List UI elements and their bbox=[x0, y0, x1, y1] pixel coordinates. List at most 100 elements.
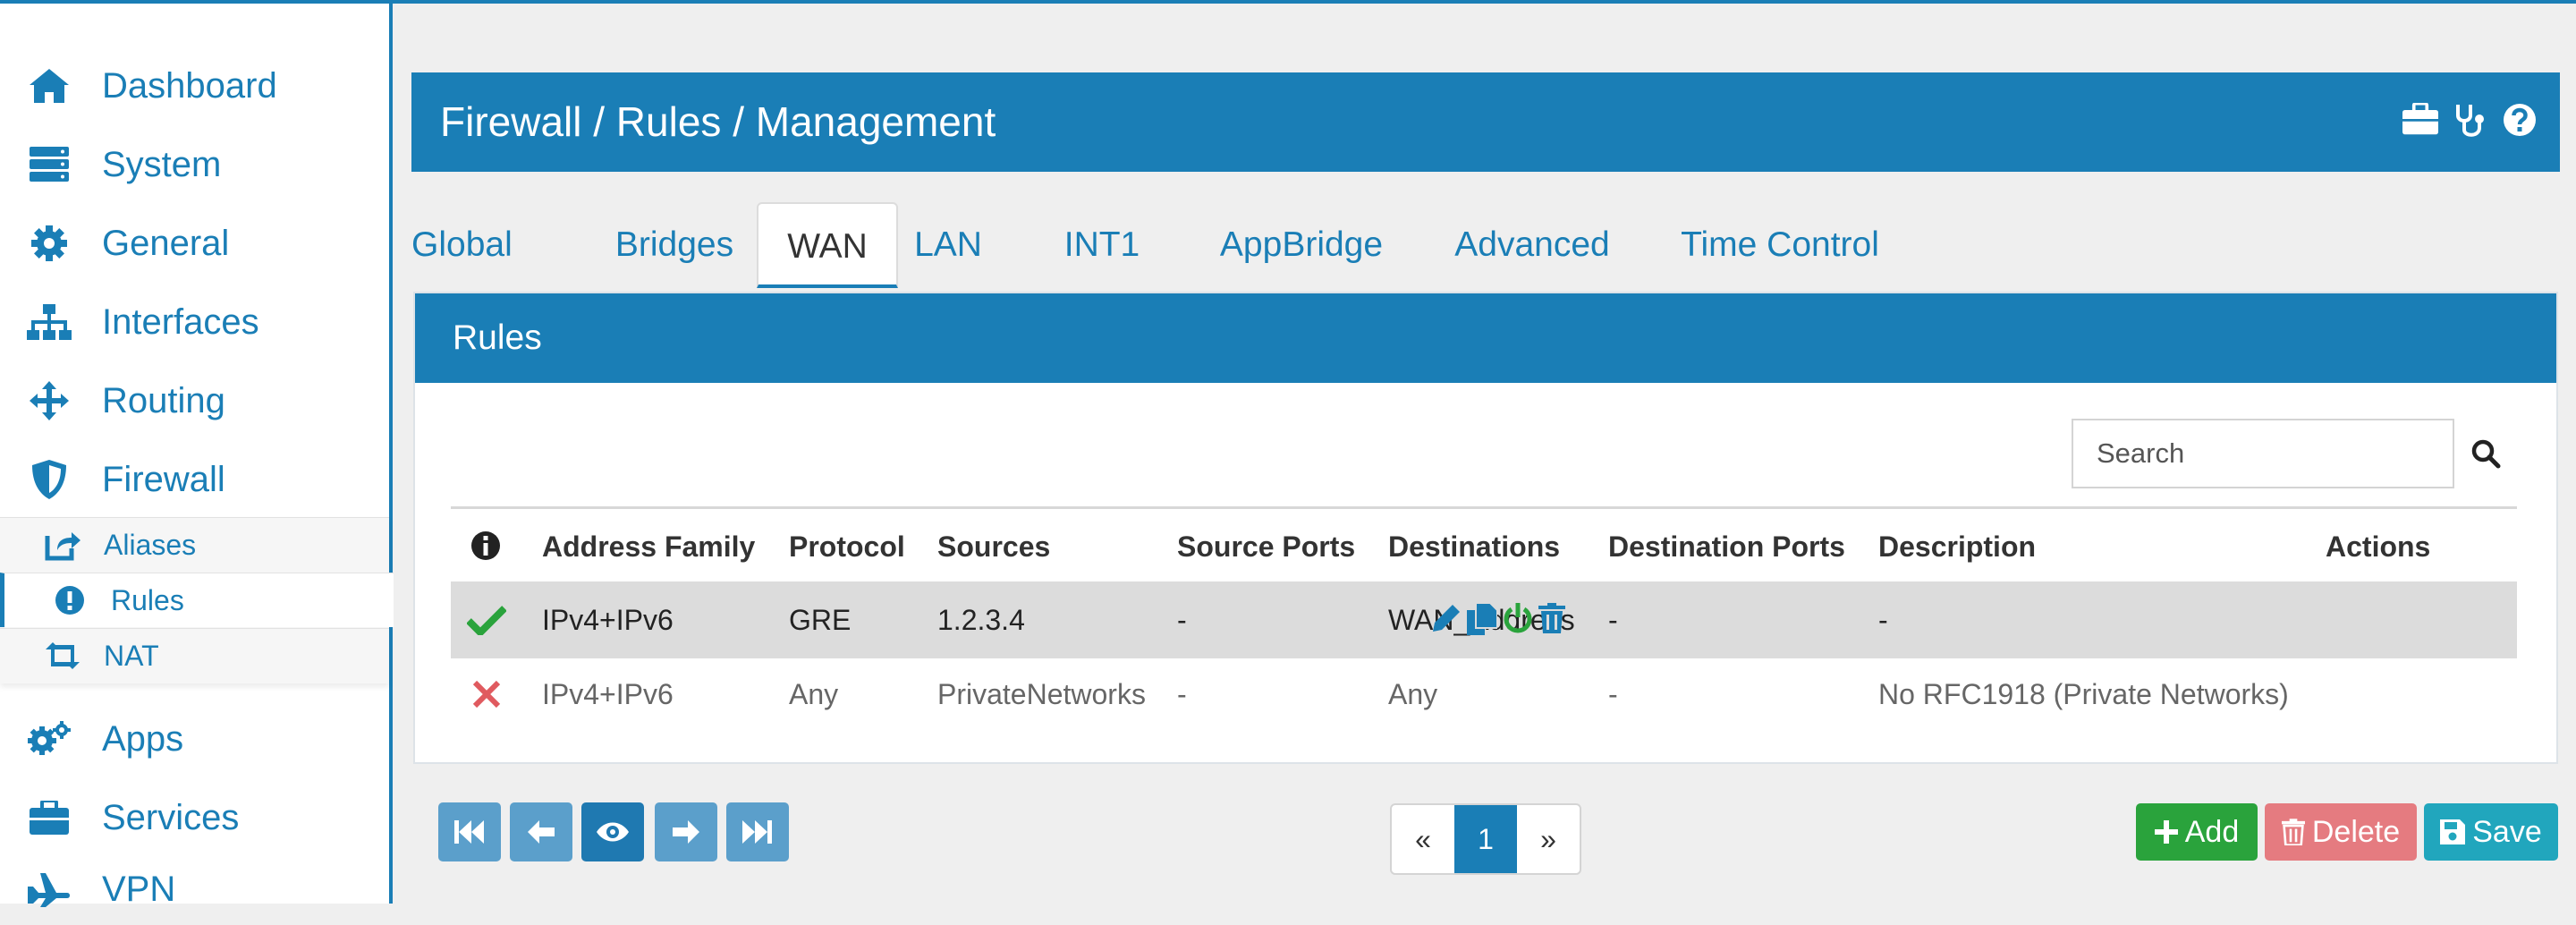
home-icon bbox=[25, 62, 73, 110]
tab-int1[interactable]: INT1 bbox=[1057, 202, 1147, 288]
sidebar-item-vpn[interactable]: VPN bbox=[0, 853, 389, 925]
search-button[interactable] bbox=[2454, 419, 2517, 488]
column-header[interactable]: Destination Ports bbox=[1608, 509, 1845, 584]
sidebar-item-interfaces[interactable]: Interfaces bbox=[0, 286, 389, 358]
sidebar-item-routing[interactable]: Routing bbox=[0, 365, 389, 437]
search-icon bbox=[2470, 438, 2501, 469]
power-icon[interactable] bbox=[1503, 603, 1533, 635]
interface-tabs: Global Bridges WAN LAN INT1 AppBridge Ad… bbox=[411, 202, 2560, 288]
times-icon[interactable] bbox=[472, 680, 501, 709]
column-header[interactable]: Protocol bbox=[789, 509, 905, 584]
sidebar-subitem-rules[interactable]: Rules bbox=[0, 573, 394, 627]
cell-source-ports: - bbox=[1177, 604, 1187, 636]
save-button-label: Save bbox=[2472, 814, 2542, 849]
server-icon bbox=[25, 140, 73, 189]
next-page-button[interactable] bbox=[655, 802, 717, 861]
trash-icon[interactable] bbox=[1538, 603, 1565, 635]
sidebar-item-firewall[interactable]: Firewall bbox=[0, 444, 389, 515]
cell-description: No RFC1918 (Private Networks) bbox=[1878, 678, 2289, 710]
last-page-button[interactable] bbox=[726, 802, 789, 861]
tab-appbridge[interactable]: AppBridge bbox=[1190, 202, 1413, 288]
retweet-icon bbox=[43, 636, 82, 675]
stethoscope-icon[interactable] bbox=[2454, 103, 2487, 139]
cell-destinations: Any bbox=[1388, 678, 1438, 710]
trash-icon bbox=[2281, 819, 2305, 845]
page-header: Firewall / Rules / Management bbox=[411, 72, 2560, 172]
shield-icon bbox=[25, 455, 73, 504]
pencil-icon[interactable] bbox=[1431, 603, 1462, 635]
cell-sources: 1.2.3.4 bbox=[937, 604, 1025, 636]
sidebar-item-label: Interfaces bbox=[102, 301, 259, 342]
delete-button-label: Delete bbox=[2311, 814, 2401, 849]
cell-protocol: Any bbox=[789, 678, 839, 710]
save-button[interactable]: Save bbox=[2424, 803, 2558, 861]
column-header[interactable]: Address Family bbox=[542, 509, 755, 584]
sidebar-item-label: Dashboard bbox=[102, 65, 277, 106]
check-icon[interactable] bbox=[467, 605, 506, 635]
cell-source-ports: - bbox=[1177, 678, 1187, 710]
fast-backward-icon bbox=[454, 820, 485, 844]
sitemap-icon bbox=[25, 298, 73, 346]
sidebar-item-label: Apps bbox=[102, 718, 184, 759]
table-row[interactable]: IPv4+IPv6 GRE 1.2.3.4 - WAN_Address - - bbox=[451, 581, 2517, 658]
sidebar-subitem-nat[interactable]: NAT bbox=[0, 628, 389, 683]
cell-protocol: GRE bbox=[789, 604, 852, 636]
cell-address-family: IPv4+IPv6 bbox=[542, 678, 674, 710]
sidebar-item-dashboard[interactable]: Dashboard bbox=[0, 50, 389, 122]
sidebar-item-services[interactable]: Services bbox=[0, 782, 389, 853]
column-header[interactable]: Source Ports bbox=[1177, 509, 1355, 584]
tab-time-control[interactable]: Time Control bbox=[1637, 202, 1923, 288]
briefcase-icon bbox=[25, 793, 73, 842]
tab-global[interactable]: Global bbox=[411, 202, 513, 288]
tab-bridges[interactable]: Bridges bbox=[603, 202, 746, 288]
exclamation-circle-icon bbox=[50, 581, 89, 620]
column-header[interactable]: Description bbox=[1878, 509, 2036, 584]
table-header: Address Family Protocol Sources Source P… bbox=[451, 506, 2517, 584]
gears-icon bbox=[25, 715, 73, 763]
first-page-button[interactable] bbox=[438, 802, 501, 861]
question-circle-icon[interactable] bbox=[2503, 103, 2537, 139]
table-row[interactable]: IPv4+IPv6 Any PrivateNetworks - Any - No… bbox=[451, 658, 2517, 730]
view-button[interactable] bbox=[581, 802, 644, 861]
column-header[interactable]: Destinations bbox=[1388, 509, 1560, 584]
sidebar-item-label: System bbox=[102, 144, 222, 184]
sidebar-item-system[interactable]: System bbox=[0, 129, 389, 200]
pagination-next[interactable]: » bbox=[1517, 805, 1580, 873]
sidebar-subitem-label: Aliases bbox=[104, 528, 197, 561]
sidebar-item-apps[interactable]: Apps bbox=[0, 703, 389, 775]
sidebar-item-label: General bbox=[102, 223, 230, 263]
pagination-page[interactable]: 1 bbox=[1454, 805, 1517, 873]
cell-sources: PrivateNetworks bbox=[937, 678, 1146, 710]
search-input[interactable]: Search bbox=[2072, 419, 2454, 488]
sidebar-item-label: Firewall bbox=[102, 459, 225, 499]
cell-destination-ports: - bbox=[1608, 678, 1618, 710]
firewall-submenu: Aliases Rules NAT bbox=[0, 517, 394, 683]
share-square-icon bbox=[43, 525, 82, 564]
panel-title: Rules bbox=[453, 318, 542, 357]
eye-icon bbox=[596, 821, 630, 843]
sidebar-subitem-label: Rules bbox=[111, 583, 184, 616]
copy-icon[interactable] bbox=[1467, 603, 1497, 635]
column-header[interactable]: Sources bbox=[937, 509, 1050, 584]
sidebar-item-label: Services bbox=[102, 797, 240, 837]
briefcase-icon[interactable] bbox=[2402, 103, 2438, 139]
sidebar: Dashboard System General Interfaces Rout… bbox=[0, 4, 394, 909]
sidebar-item-general[interactable]: General bbox=[0, 208, 389, 279]
panel-header: Rules bbox=[415, 293, 2556, 383]
tab-advanced[interactable]: Advanced bbox=[1420, 202, 1644, 288]
cell-address-family: IPv4+IPv6 bbox=[542, 604, 674, 636]
previous-page-button[interactable] bbox=[510, 802, 572, 861]
add-button[interactable]: Add bbox=[2136, 803, 2258, 861]
fast-forward-icon bbox=[742, 820, 773, 844]
sidebar-item-label: Routing bbox=[102, 380, 225, 420]
tab-lan[interactable]: LAN bbox=[911, 202, 986, 288]
tab-wan[interactable]: WAN bbox=[757, 202, 898, 288]
gear-icon bbox=[25, 219, 73, 267]
plus-icon bbox=[2154, 820, 2178, 844]
pagination-prev[interactable]: « bbox=[1392, 805, 1454, 873]
plane-icon bbox=[25, 865, 73, 913]
arrow-left-icon bbox=[528, 820, 555, 844]
delete-button[interactable]: Delete bbox=[2265, 803, 2417, 861]
cell-description: - bbox=[1878, 604, 1888, 636]
sidebar-subitem-aliases[interactable]: Aliases bbox=[0, 517, 389, 572]
